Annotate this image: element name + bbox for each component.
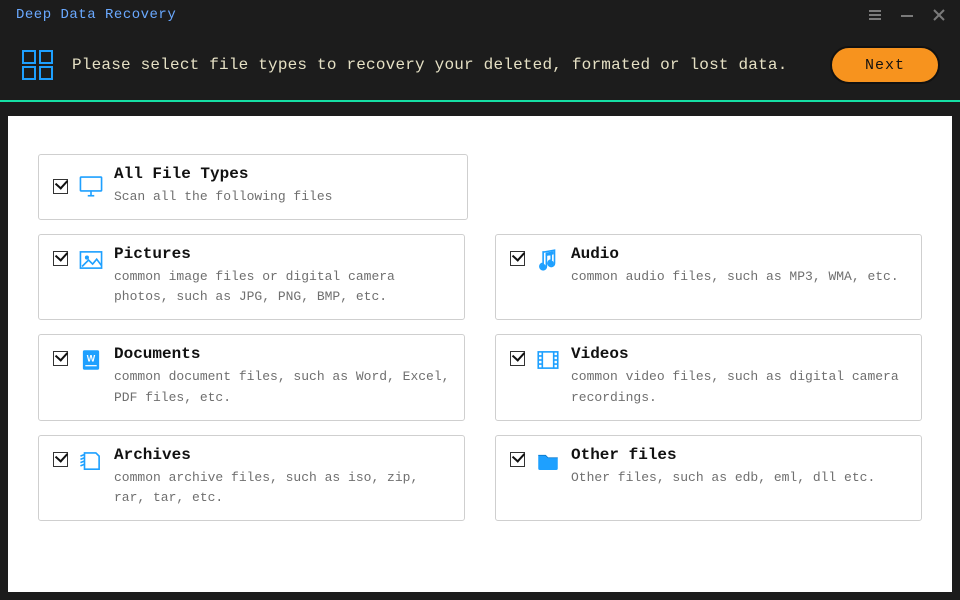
- checkbox-videos[interactable]: [510, 351, 525, 366]
- archive-icon: [78, 448, 104, 474]
- content-panel: All File Types Scan all the following fi…: [8, 116, 952, 592]
- card-title: All File Types: [114, 165, 453, 183]
- all-types-row: All File Types Scan all the following fi…: [38, 154, 922, 220]
- card-other[interactable]: Other files Other files, such as edb, em…: [495, 435, 922, 521]
- card-title: Pictures: [114, 245, 450, 263]
- svg-text:W: W: [87, 354, 96, 364]
- menu-icon[interactable]: [868, 8, 882, 22]
- card-title: Archives: [114, 446, 450, 464]
- card-pictures[interactable]: Pictures common image files or digital c…: [38, 234, 465, 320]
- checkbox-archives[interactable]: [53, 452, 68, 467]
- next-button[interactable]: Next: [830, 46, 940, 84]
- app-title: Deep Data Recovery: [16, 7, 176, 23]
- card-archives[interactable]: Archives common archive files, such as i…: [38, 435, 465, 521]
- card-title: Videos: [571, 345, 907, 363]
- audio-icon: [535, 247, 561, 273]
- card-documents[interactable]: W Documents common document files, such …: [38, 334, 465, 420]
- content-frame: All File Types Scan all the following fi…: [0, 102, 960, 600]
- card-desc: common video files, such as digital came…: [571, 367, 907, 407]
- checkbox-audio[interactable]: [510, 251, 525, 266]
- titlebar: Deep Data Recovery: [0, 0, 960, 30]
- header: Please select file types to recovery you…: [0, 30, 960, 100]
- card-audio[interactable]: Audio common audio files, such as MP3, W…: [495, 234, 922, 320]
- card-videos[interactable]: Videos common video files, such as digit…: [495, 334, 922, 420]
- card-title: Other files: [571, 446, 907, 464]
- category-grid: Pictures common image files or digital c…: [38, 234, 922, 521]
- app-logo-icon: [20, 47, 56, 83]
- minimize-icon[interactable]: [900, 8, 914, 22]
- card-desc: common archive files, such as iso, zip, …: [114, 468, 450, 508]
- document-icon: W: [78, 347, 104, 373]
- card-title: Documents: [114, 345, 450, 363]
- checkbox-pictures[interactable]: [53, 251, 68, 266]
- folder-icon: [535, 448, 561, 474]
- picture-icon: [78, 247, 104, 273]
- card-desc: common document files, such as Word, Exc…: [114, 367, 450, 407]
- app-window: Deep Data Recovery Please s: [0, 0, 960, 600]
- card-all-types[interactable]: All File Types Scan all the following fi…: [38, 154, 468, 220]
- card-desc: common audio files, such as MP3, WMA, et…: [571, 267, 907, 287]
- header-prompt: Please select file types to recovery you…: [72, 56, 788, 74]
- video-icon: [535, 347, 561, 373]
- checkbox-all-types[interactable]: [53, 179, 68, 194]
- next-button-label: Next: [865, 57, 905, 74]
- monitor-icon: [78, 173, 104, 199]
- card-desc: Other files, such as edb, eml, dll etc.: [571, 468, 907, 488]
- window-controls: [868, 8, 946, 22]
- card-title: Audio: [571, 245, 907, 263]
- card-desc: Scan all the following files: [114, 187, 453, 207]
- close-icon[interactable]: [932, 8, 946, 22]
- checkbox-documents[interactable]: [53, 351, 68, 366]
- checkbox-other[interactable]: [510, 452, 525, 467]
- card-desc: common image files or digital camera pho…: [114, 267, 450, 307]
